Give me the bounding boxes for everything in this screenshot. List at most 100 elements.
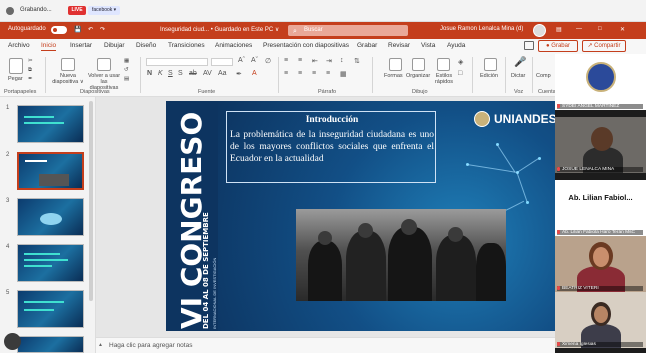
participant-tile[interactable]: JOSUE LENALCA MINA — [555, 117, 646, 173]
current-slide[interactable]: VI CONGRESO DEL 04 AL 08 DE SEPTIEMBRE I… — [166, 101, 556, 331]
thumbnail-scrollbar[interactable] — [89, 101, 93, 301]
save-icon[interactable]: 💾 — [74, 26, 81, 33]
recording-tab-title[interactable]: Grabando... — [20, 7, 52, 13]
font-color-icon[interactable]: A — [252, 70, 257, 77]
avatar[interactable] — [533, 24, 546, 37]
undo-icon[interactable]: ↶ — [88, 26, 93, 33]
participant-tile[interactable]: SYDEI ANGEL MARTINEZ — [555, 54, 646, 110]
maximize-icon[interactable]: □ — [598, 26, 602, 32]
shape-outline-icon[interactable]: □ — [458, 70, 462, 77]
grabar-button[interactable]: ● Grabar — [538, 40, 578, 52]
indent-more-icon[interactable]: ⇥ — [326, 57, 332, 65]
reset-icon[interactable]: ↺ — [124, 67, 129, 73]
redo-icon[interactable]: ↷ — [100, 26, 105, 33]
slide-thumbnail-2[interactable] — [17, 152, 84, 190]
photo-figure — [436, 235, 476, 301]
arrange-icon[interactable] — [412, 58, 425, 71]
facebook-tab[interactable]: facebook ▾ — [88, 6, 121, 15]
justify-icon[interactable]: ≡ — [326, 70, 330, 77]
bold-icon[interactable]: N — [147, 70, 152, 77]
thumb-text-line — [24, 253, 60, 255]
slide-thumbnail-5[interactable] — [17, 290, 84, 328]
tab-presentacion[interactable]: Presentación con diapositivas — [263, 42, 349, 49]
line-spacing-icon[interactable]: ↕ — [340, 57, 344, 64]
slide-thumbnail-1[interactable] — [17, 105, 84, 143]
shrink-font-icon[interactable]: Aˇ — [251, 57, 258, 64]
slide-thumbnail-3[interactable] — [17, 198, 84, 236]
font-name-select[interactable] — [146, 58, 208, 66]
highlight-icon[interactable]: ✒ — [236, 70, 242, 78]
tab-archivo[interactable]: Archivo — [8, 42, 30, 49]
section-icon[interactable]: ▤ — [124, 76, 129, 82]
autosave-toggle[interactable] — [51, 26, 67, 34]
italic-icon[interactable]: K — [158, 70, 163, 77]
tab-ayuda[interactable]: Ayuda — [447, 42, 465, 49]
microphone-icon[interactable]: 🎤 — [514, 57, 526, 68]
spacing-icon[interactable]: AV — [203, 70, 212, 77]
estilos-button[interactable]: Estilos rápidos — [434, 73, 454, 85]
text-direction-icon[interactable]: ⇅ — [354, 57, 360, 65]
document-title[interactable]: Inseguridad ciud... • Guardado en Este P… — [160, 26, 279, 33]
intro-textbox[interactable]: Introducción La problemática de la inseg… — [226, 111, 436, 183]
user-name[interactable]: Josue Ramon Lenalca Mina (d) — [440, 26, 523, 32]
font-size-select[interactable] — [211, 58, 233, 66]
participant-tile[interactable]: BEATRIZ VITERI — [555, 236, 646, 292]
shape-fill-icon[interactable]: ◈ — [458, 58, 463, 66]
tab-grabar[interactable]: Grabar — [357, 42, 377, 49]
dictar-button[interactable]: Dictar — [511, 73, 525, 79]
notes-pane[interactable]: ▲ Haga clic para agregar notas — [96, 337, 555, 353]
numbering-icon[interactable]: ≡ — [298, 57, 302, 64]
search-input[interactable]: ⌕ Buscar — [288, 25, 408, 36]
align-left-icon[interactable]: ≡ — [284, 70, 288, 77]
paste-label[interactable]: Pegar — [8, 76, 23, 82]
comp-button[interactable]: Comp — [536, 73, 551, 79]
align-right-icon[interactable]: ≡ — [312, 70, 316, 77]
paste-icon[interactable] — [9, 58, 23, 74]
app-icon[interactable] — [6, 7, 14, 15]
minimize-icon[interactable]: — — [576, 26, 582, 32]
tab-animaciones[interactable]: Animaciones — [215, 42, 252, 49]
formas-button[interactable]: Formas — [384, 73, 403, 79]
tab-revisar[interactable]: Revisar — [388, 42, 410, 49]
participant-tile[interactable]: Ab. Lilian Fabiol... Ab. Lilian Fabiola … — [555, 180, 646, 236]
tab-insertar[interactable]: Insertar — [70, 42, 92, 49]
strikethrough-icon[interactable]: ab — [189, 70, 197, 77]
shapes-icon[interactable] — [389, 58, 402, 71]
copy-icon[interactable]: ⧉ — [28, 67, 32, 74]
tab-dibujar[interactable]: Dibujar — [104, 42, 125, 49]
clear-format-icon[interactable]: ∅ — [265, 57, 271, 65]
case-icon[interactable]: Aa — [218, 70, 227, 77]
slide-thumbnail-4[interactable] — [17, 244, 84, 282]
ribbon-options-icon[interactable]: ▤ — [556, 26, 562, 33]
new-slide-icon[interactable] — [61, 58, 75, 71]
indent-less-icon[interactable]: ⇤ — [312, 57, 318, 65]
layout-icon[interactable]: ▦ — [124, 58, 129, 64]
reuse-slides-icon[interactable] — [97, 58, 111, 71]
slide-thumbnail-6[interactable] — [17, 336, 84, 353]
close-icon[interactable]: ✕ — [620, 26, 625, 33]
quick-styles-icon[interactable] — [437, 58, 450, 71]
bullets-icon[interactable]: ≡ — [284, 57, 288, 64]
underline-icon[interactable]: S — [168, 70, 173, 77]
grow-font-icon[interactable]: Aˆ — [238, 57, 245, 64]
editing-icon[interactable] — [484, 58, 497, 71]
compartir-button[interactable]: ↗ Compartir — [582, 40, 626, 52]
tab-transiciones[interactable]: Transiciones — [168, 42, 205, 49]
tab-diseno[interactable]: Diseño — [136, 42, 156, 49]
tab-inicio[interactable]: Inicio — [41, 42, 57, 51]
align-center-icon[interactable]: ≡ — [298, 70, 302, 77]
participant-tile[interactable]: Ximena Iglesias — [555, 292, 646, 348]
edicion-button[interactable]: Edición — [480, 73, 498, 79]
notes-scroll-icon[interactable]: ▲ — [98, 342, 103, 348]
meeting-control-icon[interactable] — [4, 333, 21, 350]
shadow-icon[interactable]: S — [178, 70, 183, 77]
columns-icon[interactable]: ▦ — [340, 70, 347, 78]
new-slide-button[interactable]: Nueva diapositiva ∨ — [50, 73, 86, 85]
cut-icon[interactable]: ✂ — [28, 58, 33, 64]
police-photo[interactable] — [296, 209, 506, 301]
search-placeholder: Buscar — [304, 27, 323, 33]
format-painter-icon[interactable]: ✒ — [28, 76, 33, 82]
tab-vista[interactable]: Vista — [421, 42, 435, 49]
comment-icon[interactable] — [524, 41, 534, 50]
organizar-button[interactable]: Organizar — [406, 73, 430, 79]
